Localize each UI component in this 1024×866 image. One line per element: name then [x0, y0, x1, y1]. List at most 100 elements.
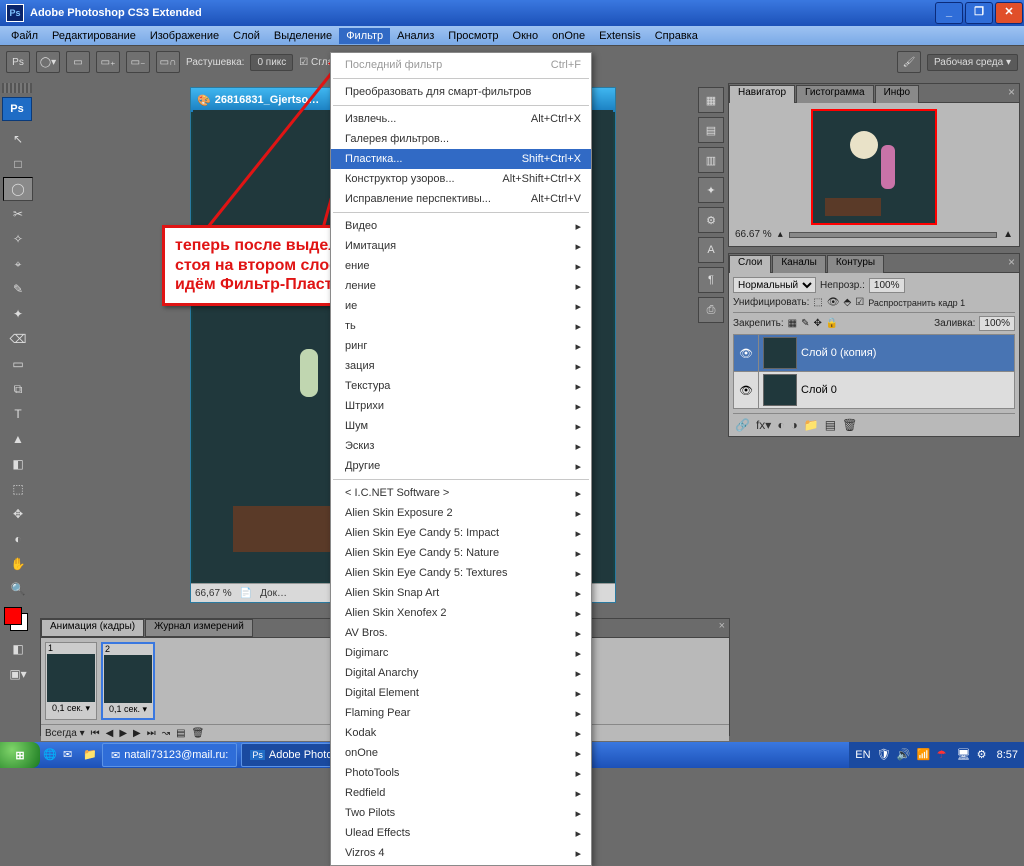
menu-item[interactable]: Текстура▸	[331, 376, 591, 396]
menu-onone[interactable]: onOne	[545, 28, 592, 44]
panel-close-icon[interactable]: ×	[1004, 84, 1019, 102]
tool-2[interactable]: ◯	[3, 177, 33, 201]
brush-panel-icon[interactable]: 🖌	[897, 51, 921, 73]
tool-11[interactable]: T	[3, 402, 33, 426]
menu-просмотр[interactable]: Просмотр	[441, 28, 505, 44]
lock-position-icon[interactable]: ✥	[814, 318, 822, 329]
menu-анализ[interactable]: Анализ	[390, 28, 441, 44]
panel-close-icon[interactable]: ×	[1004, 254, 1019, 272]
lock-all-icon[interactable]: 🔒	[826, 318, 838, 329]
color-swatches[interactable]	[4, 607, 28, 631]
menu-item[interactable]: AV Bros.▸	[331, 623, 591, 643]
add-selection-button[interactable]: ▭₊	[96, 51, 120, 73]
adjustment-layer-icon[interactable]: ◑	[791, 418, 798, 432]
tray-antivirus-icon[interactable]: ☂	[937, 748, 951, 762]
new-layer-icon[interactable]: ▤	[825, 418, 836, 432]
tween-icon[interactable]: ↝	[162, 728, 170, 739]
new-group-icon[interactable]: 📁	[804, 418, 819, 432]
last-frame-icon[interactable]: ⏭	[147, 728, 156, 739]
dock-icon-7[interactable]: ⎙	[698, 297, 724, 323]
screenmode-button[interactable]: ▣▾	[3, 662, 33, 686]
panel-close-icon[interactable]: ×	[715, 619, 729, 637]
quicklaunch-mail-icon[interactable]: ✉	[63, 748, 77, 762]
tray-clock[interactable]: 8:57	[997, 749, 1018, 761]
menu-файл[interactable]: Файл	[4, 28, 45, 44]
dock-icon-5[interactable]: A	[698, 237, 724, 263]
dock-icon-3[interactable]: ✦	[698, 177, 724, 203]
zoom-out-icon[interactable]: ▴	[778, 229, 783, 240]
menu-item[interactable]: Alien Skin Eye Candy 5: Nature▸	[331, 543, 591, 563]
tray-lang[interactable]: EN	[855, 749, 870, 761]
menu-item[interactable]: Ulead Effects▸	[331, 823, 591, 843]
ps-home-icon[interactable]: Ps	[6, 51, 30, 73]
tab-navigator[interactable]: Навигатор	[729, 85, 795, 103]
menu-item[interactable]: Alien Skin Eye Candy 5: Impact▸	[331, 523, 591, 543]
menu-item[interactable]: Пластика...Shift+Ctrl+X	[331, 149, 591, 169]
tool-10[interactable]: ⧉	[3, 377, 33, 401]
tool-17[interactable]: ✋	[3, 552, 33, 576]
visibility-icon[interactable]: 👁	[734, 335, 759, 371]
menu-выделение[interactable]: Выделение	[267, 28, 339, 44]
navigator-thumbnail[interactable]	[811, 109, 937, 225]
menu-окно[interactable]: Окно	[506, 28, 546, 44]
start-button[interactable]: ⊞	[0, 742, 40, 768]
dock-icon-1[interactable]: ▤	[698, 117, 724, 143]
close-button[interactable]: ✕	[995, 2, 1023, 24]
menu-item[interactable]: Другие▸	[331, 456, 591, 476]
quicklaunch-folder-icon[interactable]: 📁	[83, 748, 97, 762]
menu-item[interactable]: Штрихи▸	[331, 396, 591, 416]
menu-item[interactable]: Галерея фильтров...	[331, 129, 591, 149]
menu-item[interactable]: Redfield▸	[331, 783, 591, 803]
menu-item[interactable]: ринг▸	[331, 336, 591, 356]
toolbox-grip[interactable]	[2, 83, 32, 93]
tab-info[interactable]: Инфо	[875, 85, 920, 103]
tray-icon[interactable]: 🛡	[877, 748, 891, 762]
menu-item[interactable]: Видео▸	[331, 216, 591, 236]
menu-слой[interactable]: Слой	[226, 28, 267, 44]
delete-frame-icon[interactable]: 🗑	[192, 728, 205, 739]
foreground-color-swatch[interactable]	[4, 607, 22, 625]
link-layers-icon[interactable]: 🔗	[735, 418, 750, 432]
unify-style-icon[interactable]: ⬘	[844, 297, 852, 308]
navigator-zoom-display[interactable]: 66.67 %	[735, 229, 772, 240]
feather-input[interactable]: 0 пикс	[250, 54, 293, 71]
layer-row[interactable]: 👁Слой 0	[733, 371, 1015, 409]
menu-item[interactable]: Alien Skin Xenofex 2▸	[331, 603, 591, 623]
intersect-selection-button[interactable]: ▭∩	[156, 51, 180, 73]
visibility-icon[interactable]: 👁	[734, 372, 759, 408]
propagate-checkbox[interactable]: ☑	[855, 297, 864, 308]
menu-item[interactable]: Исправление перспективы...Alt+Ctrl+V	[331, 189, 591, 209]
zoom-in-icon[interactable]: ▲	[1003, 229, 1013, 240]
dock-icon-2[interactable]: ▥	[698, 147, 724, 173]
tool-preset-button[interactable]: ◯▾	[36, 51, 60, 73]
next-frame-icon[interactable]: ▶	[133, 728, 141, 739]
taskbar-item-mail[interactable]: ✉natali73123@mail.ru:	[102, 743, 237, 767]
menu-item[interactable]: Flaming Pear▸	[331, 703, 591, 723]
workspace-button[interactable]: Рабочая среда ▾	[927, 54, 1018, 71]
first-frame-icon[interactable]: ⏮	[91, 728, 100, 739]
menu-item[interactable]: Эскиз▸	[331, 436, 591, 456]
opacity-input[interactable]: 100%	[869, 278, 905, 293]
animation-frame[interactable]: 20,1 сек. ▾	[101, 642, 155, 720]
menu-extensis[interactable]: Extensis	[592, 28, 648, 44]
tool-13[interactable]: ◧	[3, 452, 33, 476]
tab-measurement-log[interactable]: Журнал измерений	[145, 619, 253, 637]
menu-item[interactable]: Преобразовать для смарт-фильтров	[331, 82, 591, 102]
loop-select[interactable]: Всегда ▾	[45, 728, 85, 739]
delete-layer-icon[interactable]: 🗑	[842, 418, 857, 432]
minimize-button[interactable]: _	[935, 2, 963, 24]
tab-paths[interactable]: Контуры	[827, 255, 884, 273]
menu-item[interactable]: Извлечь...Alt+Ctrl+X	[331, 109, 591, 129]
dock-icon-4[interactable]: ⚙	[698, 207, 724, 233]
tool-0[interactable]: ↖	[3, 127, 33, 151]
menu-item[interactable]: PhotoTools▸	[331, 763, 591, 783]
unify-visibility-icon[interactable]: 👁	[827, 297, 840, 308]
tool-8[interactable]: ⌫	[3, 327, 33, 351]
menu-фильтр[interactable]: Фильтр	[339, 28, 390, 44]
menu-item[interactable]: onOne▸	[331, 743, 591, 763]
maximize-button[interactable]: ❐	[965, 2, 993, 24]
tool-5[interactable]: ⌖	[3, 252, 33, 276]
tool-1[interactable]: □	[3, 152, 33, 176]
layer-mask-icon[interactable]: ◐	[777, 418, 784, 432]
sub-selection-button[interactable]: ▭₋	[126, 51, 150, 73]
